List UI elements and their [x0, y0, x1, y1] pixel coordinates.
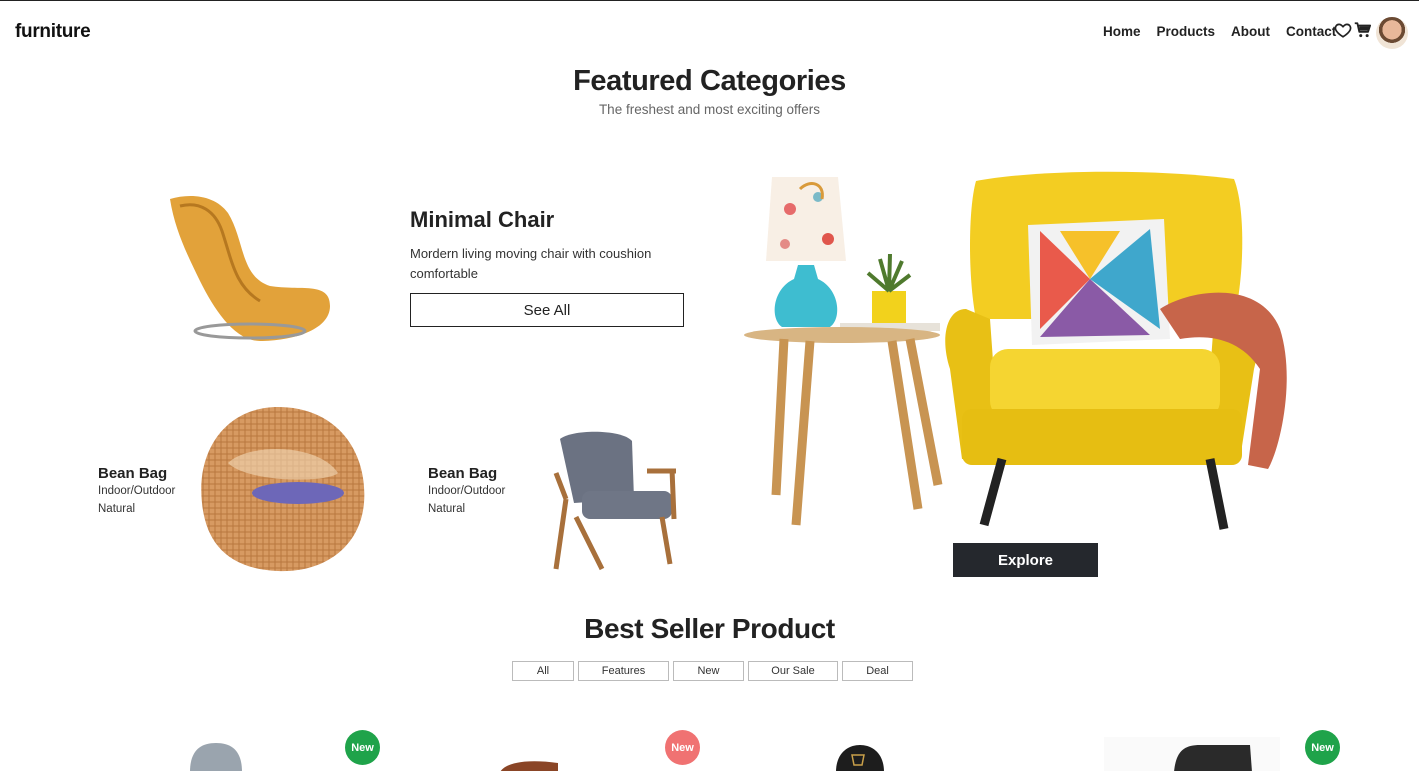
armchair-image — [553, 431, 677, 571]
new-badge: New — [345, 730, 380, 765]
brand-logo[interactable]: furniture — [15, 21, 91, 43]
tab-new[interactable]: New — [673, 661, 744, 681]
minimal-chair-title: Minimal Chair — [410, 207, 555, 232]
explore-button[interactable]: Explore — [953, 543, 1098, 577]
tab-deal[interactable]: Deal — [842, 661, 913, 681]
new-badge: New — [665, 730, 700, 765]
hero-yellow-chair-image — [744, 171, 1287, 530]
tab-features[interactable]: Features — [578, 661, 669, 681]
nav-about[interactable]: About — [1231, 24, 1270, 39]
product-image-2[interactable] — [498, 759, 560, 771]
minimal-chair-image — [170, 195, 330, 341]
bean-bag-type: Indoor/Outdoor — [98, 485, 176, 497]
best-seller-tabs: All Features New Our Sale Deal — [512, 661, 913, 681]
nav-contact[interactable]: Contact — [1286, 24, 1336, 39]
featured-subtitle: The freshest and most exciting offers — [598, 102, 821, 117]
bean-bag-card-1[interactable]: Bean Bag Indoor/Outdoor Natural — [98, 465, 175, 518]
best-seller-title: Best Seller Product — [584, 613, 835, 644]
product-image-3[interactable] — [834, 745, 886, 771]
tab-all[interactable]: All — [512, 661, 574, 681]
nav-products[interactable]: Products — [1157, 24, 1216, 39]
product-image-1[interactable] — [186, 743, 246, 771]
product-image-4[interactable] — [1170, 743, 1256, 771]
cart-icon[interactable] — [1354, 21, 1372, 39]
bean-bag-material: Natural — [428, 503, 466, 515]
new-badge: New — [1305, 730, 1340, 765]
bean-bag-name: Bean Bag — [428, 465, 498, 482]
bean-bag-material: Natural — [98, 503, 136, 515]
main-nav: Home Products About Contact — [1103, 24, 1336, 39]
featured-title: Featured Categories — [573, 65, 846, 97]
user-avatar[interactable] — [1376, 17, 1408, 49]
minimal-chair-description: Mordern living moving chair with coushio… — [410, 246, 652, 281]
bean-bag-type: Indoor/Outdoor — [428, 485, 506, 497]
see-all-button[interactable]: See All — [410, 293, 684, 327]
nav-home[interactable]: Home — [1103, 24, 1141, 39]
heart-icon[interactable] — [1334, 21, 1352, 39]
tab-our-sale[interactable]: Our Sale — [748, 661, 838, 681]
bean-bag-card-2[interactable]: Bean Bag Indoor/Outdoor Natural — [428, 465, 505, 518]
wicker-chair-image — [201, 407, 365, 572]
bean-bag-name: Bean Bag — [98, 465, 168, 482]
